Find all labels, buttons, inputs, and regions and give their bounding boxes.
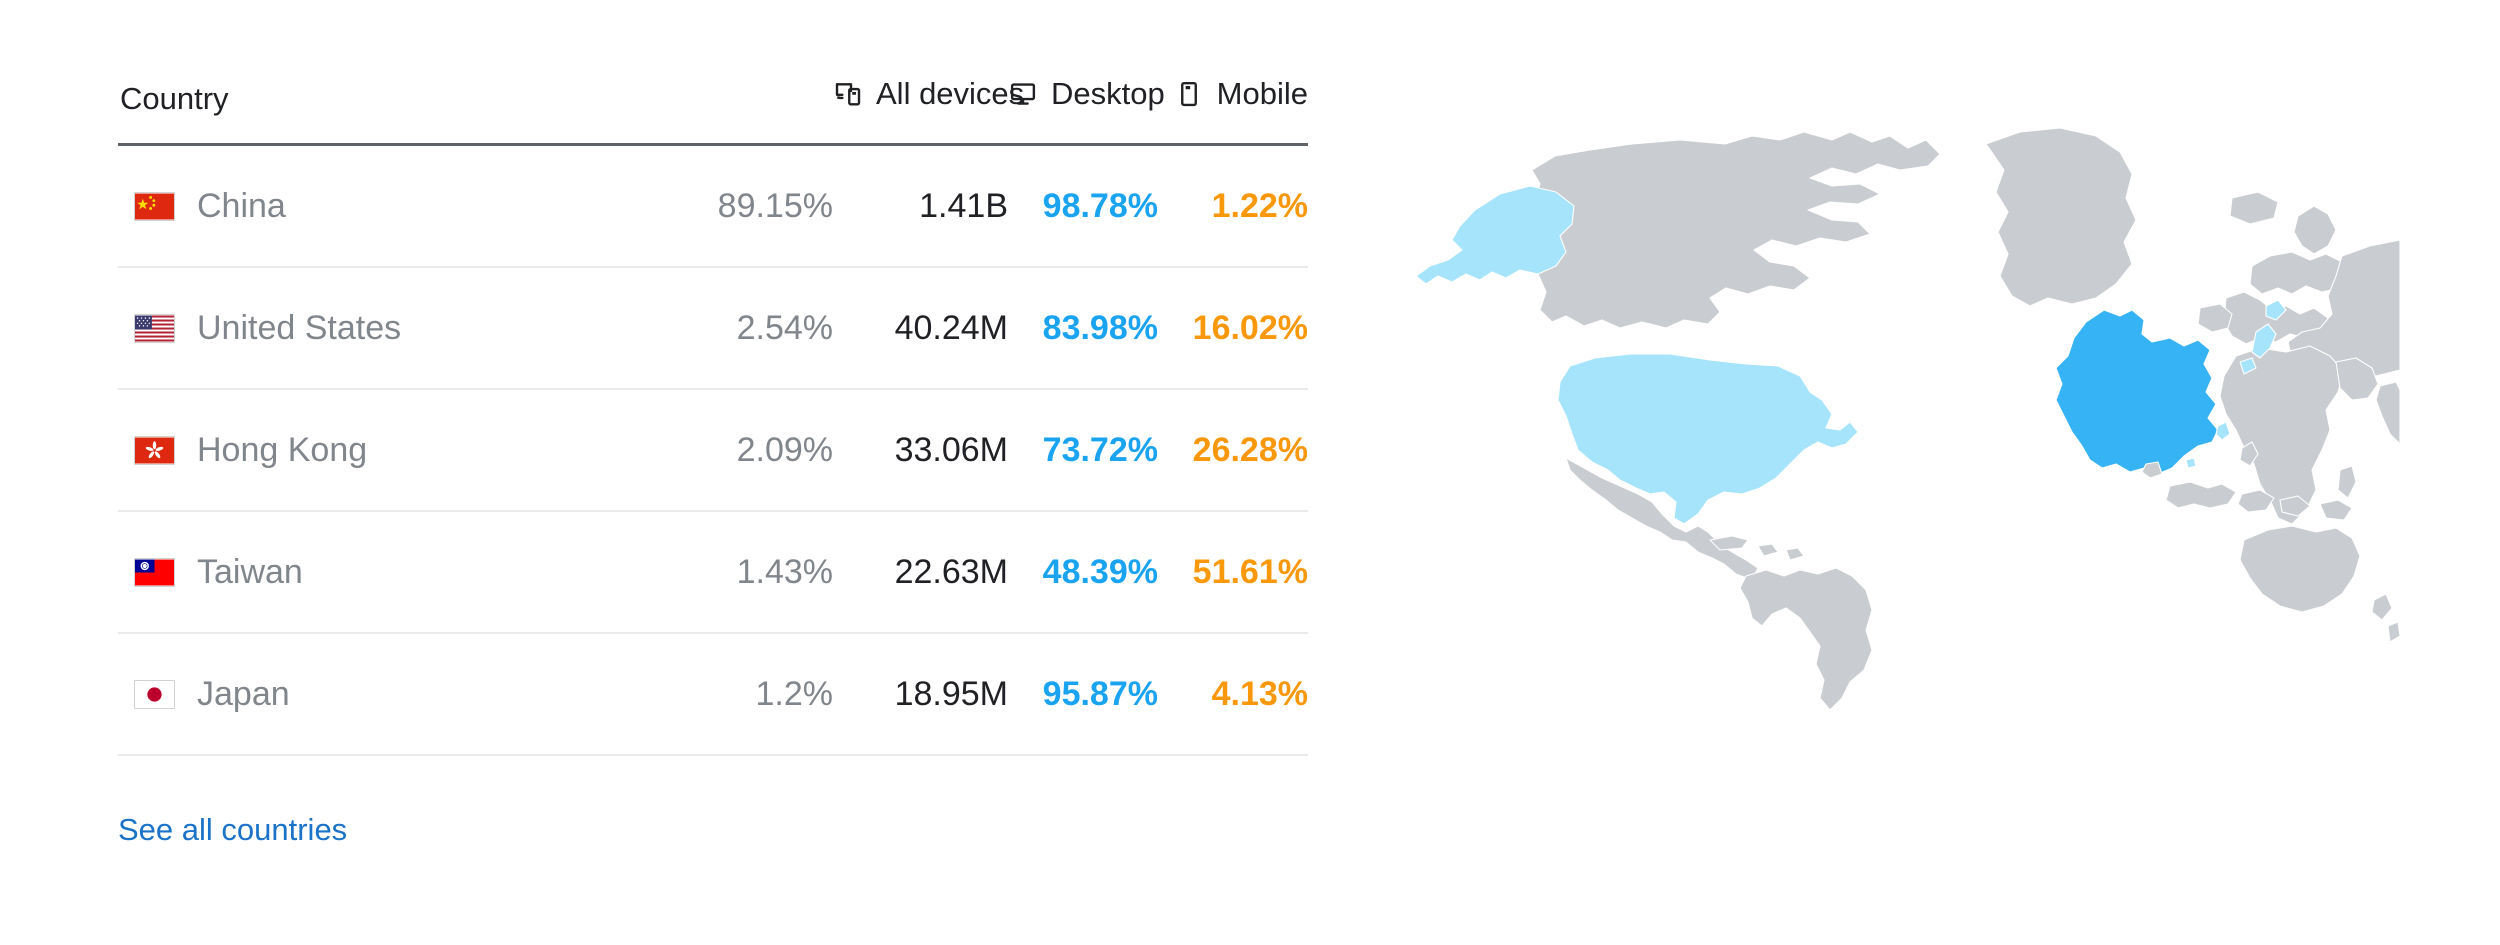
- map-region-taiwan[interactable]: [2215, 421, 2231, 441]
- cell-all: 18.95M: [833, 633, 1008, 756]
- map-region-hong-kong[interactable]: [2185, 457, 2197, 469]
- table-body: China 89.15% 1.41B 98.78% 1.22% United States…: [118, 144, 1308, 756]
- flag-icon-us: [134, 313, 175, 343]
- cell-share: 1.43%: [658, 511, 833, 634]
- column-header-country[interactable]: Country: [118, 76, 658, 146]
- column-header-share: [658, 76, 833, 146]
- column-header-desktop-label: Desktop: [1051, 76, 1165, 111]
- table-row[interactable]: Taiwan 1.43% 22.63M 48.39% 51.61%: [118, 511, 1308, 634]
- cell-share: 2.09%: [658, 389, 833, 512]
- map-region-china[interactable]: [2055, 309, 2219, 475]
- table-row[interactable]: Hong Kong 2.09% 33.06M 73.72% 26.28%: [118, 389, 1308, 512]
- world-map[interactable]: [1380, 70, 2400, 730]
- cell-mobile: 4.13%: [1158, 633, 1308, 756]
- cell-country: United States: [118, 267, 658, 390]
- country-name: China: [197, 186, 286, 225]
- map-land-layer: [1415, 127, 2400, 711]
- cell-desktop: 83.98%: [1008, 267, 1158, 390]
- cell-share: 89.15%: [658, 144, 833, 268]
- column-header-mobile-label: Mobile: [1216, 76, 1308, 111]
- flag-icon-tw: [134, 557, 175, 587]
- flag-icon-hk: [134, 435, 175, 465]
- country-table-panel: Country All devices Desktop Mobile China…: [118, 76, 1308, 756]
- flag-icon-jp: [134, 679, 175, 709]
- cell-country: Hong Kong: [118, 389, 658, 512]
- country-name: Hong Kong: [197, 430, 368, 469]
- cell-all: 22.63M: [833, 511, 1008, 634]
- cell-all: 1.41B: [833, 144, 1008, 268]
- cell-country: China: [118, 144, 658, 268]
- cell-share: 1.2%: [658, 633, 833, 756]
- column-header-all-devices[interactable]: All devices: [833, 76, 1024, 146]
- table-header: Country All devices Desktop Mobile: [118, 76, 1308, 146]
- desktop-icon: [1008, 79, 1038, 109]
- flag-icon-cn: [134, 191, 175, 221]
- country-name: United States: [197, 308, 402, 347]
- country-table: Country All devices Desktop Mobile China…: [118, 76, 1308, 756]
- table-row[interactable]: Japan 1.2% 18.95M 95.87% 4.13%: [118, 633, 1308, 756]
- cell-desktop: 95.87%: [1008, 633, 1158, 756]
- geography-widget: Country All devices Desktop Mobile China…: [0, 0, 2500, 945]
- cell-desktop: 98.78%: [1008, 144, 1158, 268]
- country-name: Japan: [197, 674, 290, 713]
- cell-country: Japan: [118, 633, 658, 756]
- cell-mobile: 16.02%: [1158, 267, 1308, 390]
- mobile-icon: [1174, 79, 1204, 109]
- cell-share: 2.54%: [658, 267, 833, 390]
- table-row[interactable]: China 89.15% 1.41B 98.78% 1.22%: [118, 144, 1308, 268]
- cell-desktop: 48.39%: [1008, 511, 1158, 634]
- cell-mobile: 1.22%: [1158, 144, 1308, 268]
- all-devices-icon: [833, 79, 863, 109]
- table-header-row: Country All devices Desktop Mobile: [118, 76, 1308, 146]
- world-map-svg: [1415, 127, 2400, 711]
- column-header-mobile[interactable]: Mobile: [1158, 76, 1308, 146]
- cell-desktop: 73.72%: [1008, 389, 1158, 512]
- column-header-country-label: Country: [120, 81, 229, 116]
- table-row[interactable]: United States 2.54% 40.24M 83.98% 16.02%: [118, 267, 1308, 390]
- cell-mobile: 51.61%: [1158, 511, 1308, 634]
- column-header-desktop[interactable]: Desktop: [1008, 76, 1165, 146]
- cell-all: 33.06M: [833, 389, 1008, 512]
- cell-mobile: 26.28%: [1158, 389, 1308, 512]
- cell-country: Taiwan: [118, 511, 658, 634]
- column-header-all-devices-label: All devices: [876, 76, 1025, 111]
- country-name: Taiwan: [197, 552, 303, 591]
- cell-all: 40.24M: [833, 267, 1008, 390]
- see-all-countries-link[interactable]: See all countries: [118, 812, 347, 848]
